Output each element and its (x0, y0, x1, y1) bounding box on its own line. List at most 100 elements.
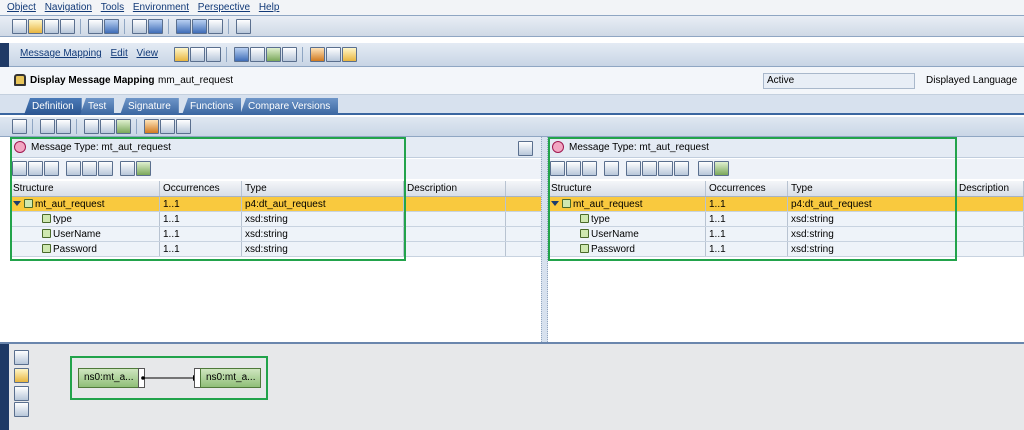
occurrences-cell: 1..1 (160, 242, 242, 256)
info-icon[interactable] (234, 47, 249, 62)
binoculars-icon[interactable] (698, 161, 713, 176)
expand-icon[interactable] (551, 201, 559, 206)
forward-icon[interactable] (192, 19, 207, 34)
history-icon[interactable] (282, 47, 297, 62)
pane-toggle-icon[interactable] (518, 141, 533, 156)
column-type[interactable]: Type (788, 181, 956, 196)
map-icon[interactable] (160, 119, 175, 134)
structure-cell: Password (548, 242, 706, 256)
test-icon[interactable] (310, 47, 325, 62)
column-description[interactable]: Description (956, 181, 1024, 196)
table-row[interactable]: type 1..1 xsd:string (10, 212, 541, 227)
type-cell: xsd:string (242, 212, 404, 226)
expand-icon[interactable] (13, 201, 21, 206)
overview-icon[interactable] (14, 350, 29, 365)
print-icon[interactable] (236, 19, 251, 34)
table-row[interactable]: Password 1..1 xsd:string (10, 242, 541, 257)
dependency-icon[interactable] (144, 119, 159, 134)
menu-object[interactable]: Object (4, 0, 39, 15)
menu-environment[interactable]: Environment (130, 0, 192, 15)
window-icon[interactable] (208, 19, 223, 34)
new-icon[interactable] (12, 19, 27, 34)
table-icon[interactable] (116, 119, 131, 134)
graph-icon[interactable] (14, 386, 29, 401)
display-icon[interactable] (190, 47, 205, 62)
back-icon[interactable] (176, 19, 191, 34)
check-icon[interactable] (250, 47, 265, 62)
options-icon[interactable] (98, 161, 113, 176)
view-menu[interactable]: View (137, 48, 159, 59)
tree-icon[interactable] (550, 161, 565, 176)
open-icon[interactable] (28, 19, 43, 34)
export-icon[interactable] (100, 119, 115, 134)
target-message-type: Message Type: mt_aut_request (569, 142, 709, 153)
target-node-box[interactable]: ns0:mt_a... (200, 368, 262, 388)
grid-icon[interactable] (28, 161, 43, 176)
structure-cell: type (10, 212, 160, 226)
tab-compare-versions[interactable]: Compare Versions (240, 98, 339, 115)
tab-signature[interactable]: Signature (120, 98, 179, 115)
table-row[interactable]: UserName 1..1 xsd:string (548, 227, 1024, 242)
copy-icon[interactable] (44, 19, 59, 34)
source-icon[interactable] (44, 161, 59, 176)
binoculars-icon[interactable] (120, 161, 135, 176)
trash-icon[interactable] (56, 119, 71, 134)
source-icon[interactable] (582, 161, 597, 176)
source-pane-header: Message Type: mt_aut_request (10, 137, 541, 158)
notes-icon[interactable] (342, 47, 357, 62)
tab-functions[interactable]: Functions (182, 98, 242, 115)
table-row[interactable]: mt_aut_request 1..1 p4:dt_aut_request (10, 197, 541, 212)
menu-help[interactable]: Help (256, 0, 283, 15)
options-icon[interactable] (642, 161, 657, 176)
message-mapping-menu[interactable]: Message Mapping (20, 48, 102, 59)
tab-definition[interactable]: Definition (24, 98, 82, 115)
menu-tools[interactable]: Tools (98, 0, 127, 15)
tree-icon[interactable] (12, 161, 27, 176)
table-row[interactable]: UserName 1..1 xsd:string (10, 227, 541, 242)
grid-icon[interactable] (566, 161, 581, 176)
export-icon[interactable] (658, 161, 673, 176)
delete-icon[interactable] (60, 19, 75, 34)
column-structure[interactable]: Structure (548, 181, 706, 196)
filter-icon[interactable] (66, 161, 81, 176)
object-menu: Message Mapping Edit View (20, 48, 164, 59)
hierarchy-icon[interactable] (132, 19, 147, 34)
save-icon[interactable] (88, 19, 103, 34)
pane-splitter[interactable] (541, 137, 548, 342)
filter-icon[interactable] (604, 161, 619, 176)
menu-navigation[interactable]: Navigation (42, 0, 95, 15)
table-row[interactable]: type 1..1 xsd:string (548, 212, 1024, 227)
page-title: Display Message Mapping (30, 75, 155, 86)
column-description[interactable]: Description (404, 181, 506, 196)
dependency-view-icon[interactable] (14, 402, 29, 417)
dropdown-icon[interactable] (674, 161, 689, 176)
columns-icon[interactable] (40, 119, 55, 134)
column-structure[interactable]: Structure (10, 181, 160, 196)
duplicate-icon[interactable] (626, 161, 641, 176)
node-icon (580, 229, 589, 238)
mapping-name: mm_aut_request (158, 75, 234, 86)
edit-pencil-icon[interactable] (174, 47, 189, 62)
list-icon[interactable] (326, 47, 341, 62)
tab-test[interactable]: Test (80, 98, 115, 115)
activate-icon[interactable] (104, 19, 119, 34)
structure-icon[interactable] (266, 47, 281, 62)
settings-icon[interactable] (84, 119, 99, 134)
edit-menu[interactable]: Edit (111, 48, 128, 59)
menu-perspective[interactable]: Perspective (195, 0, 253, 15)
column-occurrences[interactable]: Occurrences (160, 181, 242, 196)
column-occurrences[interactable]: Occurrences (706, 181, 788, 196)
column-type[interactable]: Type (242, 181, 404, 196)
type-cell: xsd:string (788, 242, 956, 256)
source-node-box[interactable]: ns0:mt_a... (78, 368, 140, 388)
table-row[interactable]: mt_aut_request 1..1 p4:dt_aut_request (548, 197, 1024, 212)
navigate-icon[interactable] (714, 161, 729, 176)
duplicate-icon[interactable] (82, 161, 97, 176)
table-row[interactable]: Password 1..1 xsd:string (548, 242, 1024, 257)
edit-tool-icon[interactable] (14, 368, 29, 383)
navigate-icon[interactable] (136, 161, 151, 176)
window-copy-icon[interactable] (176, 119, 191, 134)
layout-icon[interactable] (12, 119, 27, 134)
find-icon[interactable] (148, 19, 163, 34)
copy-object-icon[interactable] (206, 47, 221, 62)
